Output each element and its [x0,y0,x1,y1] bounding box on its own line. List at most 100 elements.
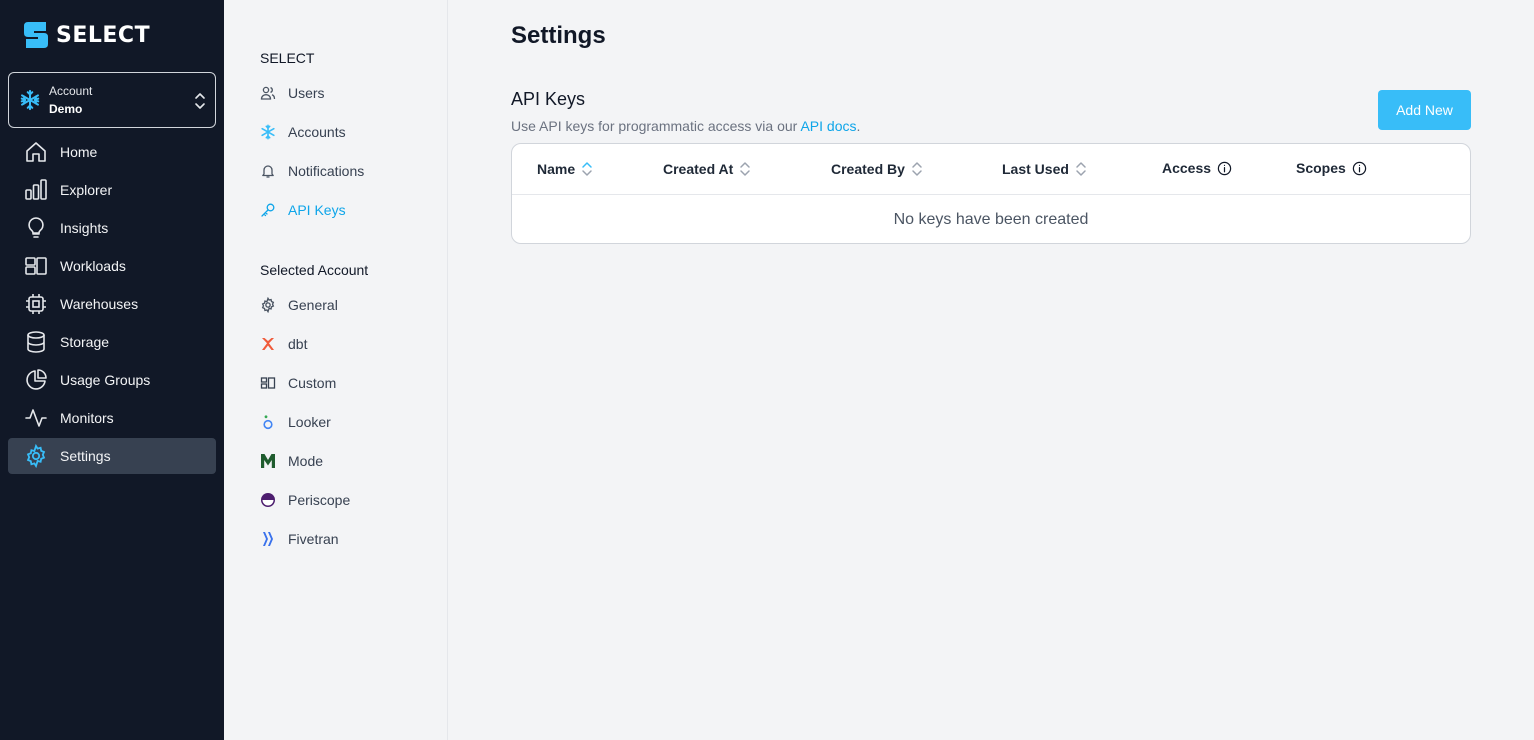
nav-item-monitors[interactable]: Monitors [8,400,216,436]
dbt-icon [260,336,276,352]
column-label: Created At [663,161,734,177]
nav-label: Monitors [60,410,114,426]
nav-label: Usage Groups [60,372,151,388]
column-header-name[interactable]: Name [537,160,593,178]
database-icon [24,330,48,354]
lightbulb-icon [24,216,48,240]
nav-item-storage[interactable]: Storage [8,324,216,360]
info-icon[interactable] [1217,161,1232,176]
account-settings-list: General dbt Custom Looker Mode Periscope… [260,285,350,558]
snowflake-icon [20,89,40,111]
settings-item-label: General [288,296,338,313]
gear-icon [24,444,48,468]
main-sidebar: SELECT Account Demo Home Explorer Insigh… [0,0,224,740]
users-icon [260,85,276,101]
account-selector[interactable]: Account Demo [8,72,216,128]
empty-state-message: No keys have been created [893,210,1089,228]
column-label: Name [537,161,576,177]
settings-item-fivetran[interactable]: Fivetran [260,519,350,558]
settings-item-label: Periscope [288,491,351,508]
settings-item-label: Accounts [288,123,346,140]
column-header-access: Access [1162,160,1232,176]
sort-icon [582,162,592,176]
settings-item-label: Mode [288,452,324,469]
settings-item-periscope[interactable]: Periscope [260,480,350,519]
nav-label: Settings [60,448,111,464]
column-label: Created By [831,161,905,177]
logo[interactable]: SELECT [24,22,150,48]
settings-item-looker[interactable]: Looker [260,402,350,441]
main-content: Settings API Keys Use API keys for progr… [448,0,1534,740]
section-desc-suffix: . [856,118,861,134]
settings-item-accounts[interactable]: Accounts [260,112,364,151]
select-logo-icon [24,22,48,48]
activity-icon [24,406,48,430]
settings-item-users[interactable]: Users [260,73,364,112]
column-label: Last Used [1002,161,1069,177]
settings-sidebar: SELECT Users Accounts Notifications API … [224,0,448,740]
select-section-heading: SELECT [260,50,315,66]
nav-label: Home [60,144,98,160]
info-icon[interactable] [1352,161,1367,176]
sort-icon [912,162,922,176]
nav-label: Explorer [60,182,113,198]
chevron-up-down-icon [195,93,205,109]
settings-item-general[interactable]: General [260,285,350,324]
brand-name: SELECT [56,22,151,48]
sort-icon [1076,162,1086,176]
fivetran-icon [260,531,276,547]
bar-chart-icon [24,178,48,202]
settings-item-label: Users [288,84,325,101]
nav-item-usage-groups[interactable]: Usage Groups [8,362,216,398]
api-docs-link[interactable]: API docs [800,118,856,134]
column-header-created-by[interactable]: Created By [831,160,923,178]
nav-item-warehouses[interactable]: Warehouses [8,286,216,322]
nav-item-explorer[interactable]: Explorer [8,172,216,208]
column-label: Scopes [1296,160,1346,176]
nav-label: Storage [60,334,110,350]
add-new-button[interactable]: Add New [1378,90,1471,130]
settings-item-mode[interactable]: Mode [260,441,350,480]
settings-item-custom[interactable]: Custom [260,363,350,402]
selected-account-heading: Selected Account [260,262,369,278]
section-description: Use API keys for programmatic access via… [511,118,860,134]
settings-item-api-keys[interactable]: API Keys [260,190,364,229]
settings-item-label: Notifications [288,162,365,179]
main-nav: Home Explorer Insights Workloads Warehou… [8,134,216,476]
settings-item-label: dbt [288,335,308,352]
nav-label: Insights [60,220,109,236]
nav-item-insights[interactable]: Insights [8,210,216,246]
settings-item-dbt[interactable]: dbt [260,324,350,363]
workloads-icon [24,254,48,278]
section-title: API Keys [511,89,586,109]
section-desc-text: Use API keys for programmatic access via… [511,118,801,134]
bell-icon [260,163,276,179]
nav-item-settings[interactable]: Settings [8,438,216,474]
nav-item-home[interactable]: Home [8,134,216,170]
column-header-last-used[interactable]: Last Used [1002,160,1087,178]
account-label: Account [49,84,93,98]
snowflake-icon [260,124,276,140]
column-label: Access [1162,160,1212,176]
settings-item-notifications[interactable]: Notifications [260,151,364,190]
chip-icon [24,292,48,316]
gear-icon [260,296,276,313]
settings-item-label: Looker [288,413,331,430]
home-icon [24,140,48,164]
settings-item-label: Fivetran [288,530,339,547]
api-keys-table: Name Created At Created By Last Used Acc… [511,143,1471,244]
nav-label: Warehouses [60,296,139,312]
periscope-icon [260,492,276,508]
page-title: Settings [511,22,606,49]
settings-item-label: API Keys [288,201,346,218]
table-header: Name Created At Created By Last Used Acc… [512,144,1470,195]
mode-icon [260,453,276,469]
key-icon [260,202,276,218]
column-header-scopes: Scopes [1296,160,1367,176]
nav-item-workloads[interactable]: Workloads [8,248,216,284]
select-settings-list: Users Accounts Notifications API Keys [260,73,364,229]
column-header-created-at[interactable]: Created At [663,160,751,178]
sort-icon [740,162,751,176]
custom-icon [260,375,276,391]
account-value: Demo [49,102,83,116]
